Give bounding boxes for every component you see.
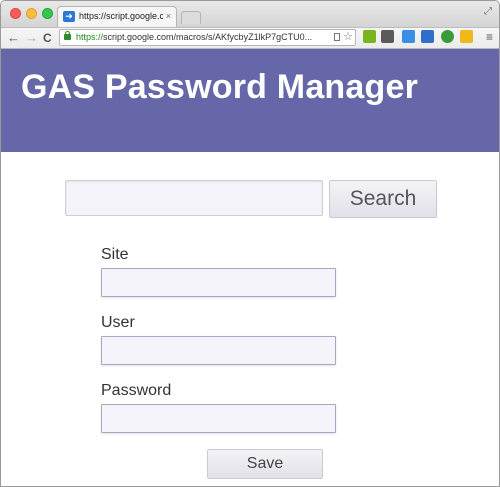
refresh-extension-icon[interactable] [441, 30, 454, 43]
lock-icon [64, 31, 71, 40]
evernote-extension-icon[interactable] [363, 30, 376, 43]
drive-extension-icon[interactable] [460, 30, 473, 43]
new-tab-button[interactable] [181, 11, 201, 24]
password-label: Password [101, 382, 172, 399]
browser-toolbar: ← → C https://script.google.com/macros/s… [1, 28, 499, 49]
page-title: GAS Password Manager [21, 68, 419, 106]
window-maximize-button[interactable] [42, 8, 53, 19]
arrow-favicon-icon: ➜ [63, 11, 75, 22]
bookmark-star-icon[interactable]: ☆ [343, 30, 353, 44]
reload-button[interactable]: C [43, 29, 52, 47]
user-field[interactable] [101, 336, 336, 365]
tab-close-icon[interactable]: × [166, 10, 171, 23]
main-content: Search Site User Password Save [1, 152, 499, 486]
page-action-icon[interactable] [334, 33, 340, 41]
clipboard-extension-icon[interactable] [381, 30, 394, 43]
app-header: GAS Password Manager [1, 49, 499, 152]
password-field[interactable] [101, 404, 336, 433]
window-minimize-button[interactable] [26, 8, 37, 19]
browser-window: ➜ https://script.google.com × ⤢ ← → C ht… [0, 0, 500, 487]
search-button[interactable]: Search [329, 180, 437, 218]
save-button[interactable]: Save [207, 449, 323, 479]
site-field[interactable] [101, 268, 336, 297]
blue-extension-icon[interactable] [402, 30, 415, 43]
title-bar: ➜ https://script.google.com × ⤢ [1, 1, 499, 28]
url-path: script.google.com/macros/s/AKfycbyZ1lkP7… [103, 32, 313, 42]
site-label: Site [101, 246, 129, 263]
search-input[interactable] [65, 180, 323, 216]
url-text: https://script.google.com/macros/s/AKfyc… [76, 31, 326, 44]
fullscreen-icon[interactable]: ⤢ [484, 6, 492, 17]
user-label: User [101, 314, 135, 331]
address-bar[interactable]: https://script.google.com/macros/s/AKfyc… [59, 29, 356, 46]
menu-icon[interactable]: ≡ [486, 29, 493, 45]
screen-extension-icon[interactable] [421, 30, 434, 43]
back-button[interactable]: ← [7, 29, 20, 47]
tab-title: https://script.google.com [79, 11, 163, 21]
browser-tab[interactable]: ➜ https://script.google.com × [57, 6, 177, 27]
forward-button[interactable]: → [25, 29, 38, 47]
url-scheme: https:// [76, 32, 104, 42]
window-close-button[interactable] [10, 8, 21, 19]
